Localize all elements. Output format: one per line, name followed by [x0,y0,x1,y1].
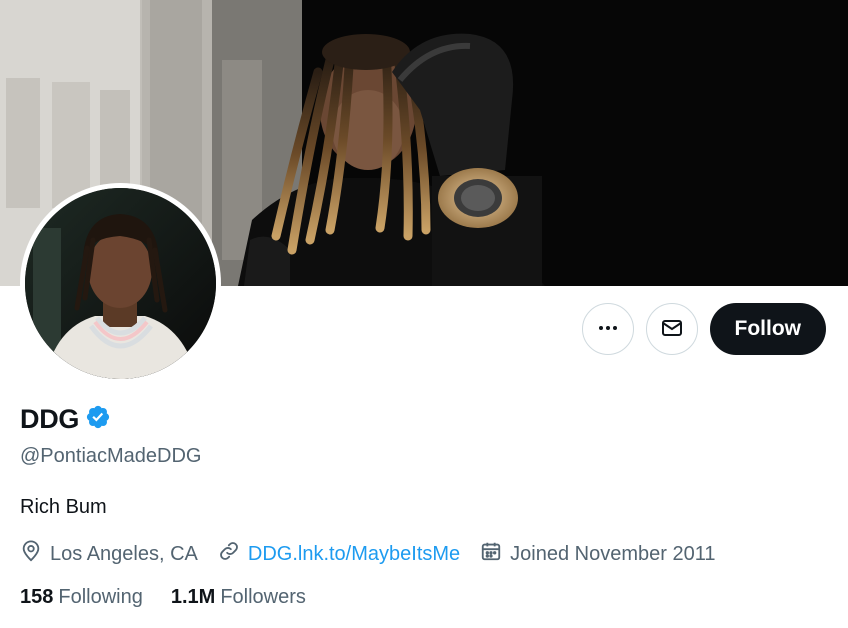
location-pin-icon [20,540,42,568]
joined-date: Joined November 2011 [510,542,716,565]
message-button[interactable] [645,303,698,355]
website-link[interactable]: DDG.lnk.to/MaybeItsMe [248,543,460,566]
name-row: DDG [20,404,111,435]
follow-stats: 158 Following 1.1M Followers [20,586,306,609]
following-label: Following [58,586,143,608]
user-handle: @PontiacMadeDDG [20,445,202,467]
more-horizontal-icon [596,316,620,343]
joined-item: Joined November 2011 [480,540,715,568]
followers-link[interactable]: 1.1M Followers [171,586,306,609]
website-item: DDG.lnk.to/MaybeItsMe [218,540,460,568]
following-count: 158 [20,586,54,608]
envelope-icon [660,316,684,343]
more-button[interactable] [581,303,634,355]
follow-button[interactable]: Follow [709,303,826,355]
display-name: DDG [20,404,80,434]
calendar-icon [480,540,502,568]
location-text: Los Angeles, CA [50,542,198,565]
link-icon [218,540,240,568]
followers-label: Followers [220,586,306,608]
profile-meta: Los Angeles, CA DDG.lnk.to/MaybeItsMe Jo… [20,540,715,568]
profile-avatar[interactable] [20,183,221,384]
followers-count: 1.1M [170,586,216,608]
profile-actions: Follow [581,303,826,355]
verified-badge-icon[interactable] [85,404,111,435]
following-link[interactable]: 158 Following [20,586,143,609]
location-item: Los Angeles, CA [20,540,198,568]
avatar-image [25,188,216,379]
bio-text: Rich Bum [20,496,107,518]
